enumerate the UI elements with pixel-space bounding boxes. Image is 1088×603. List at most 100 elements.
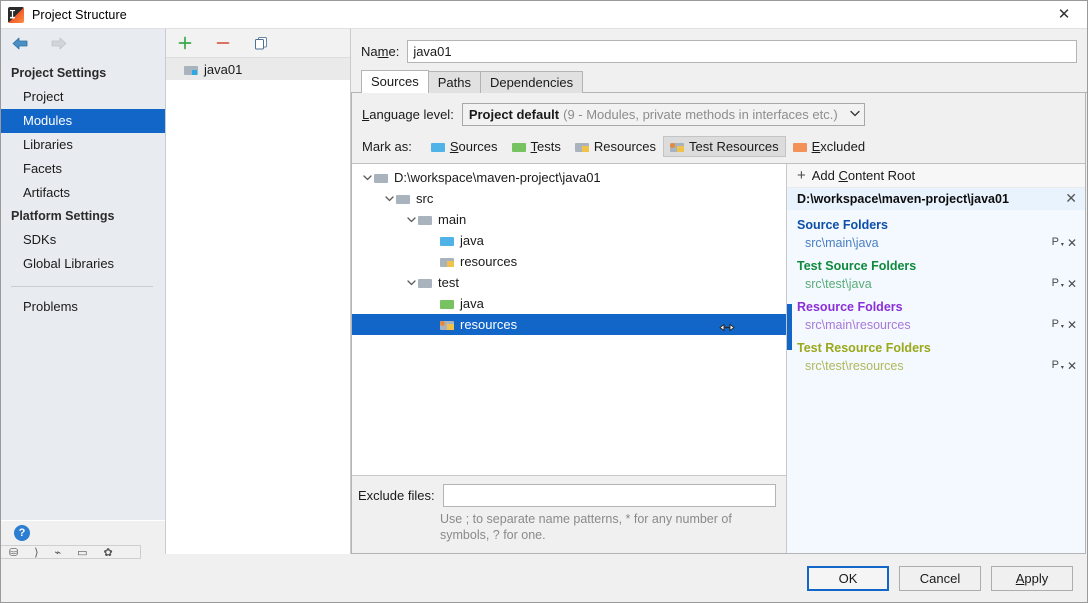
module-tabs: Sources Paths Dependencies xyxy=(351,69,1087,93)
sidebar-divider xyxy=(11,286,153,287)
language-level-label: Language level: xyxy=(362,107,454,122)
sidebar-footer: ? ⛁ ⟩ ⌁ ▭ ✿ xyxy=(1,520,165,559)
test-resources-folder-icon xyxy=(440,319,454,330)
chevron-down-icon[interactable] xyxy=(404,276,418,290)
resources-folder-icon xyxy=(574,141,589,152)
apply-button[interactable]: Apply xyxy=(991,566,1073,591)
tree-row[interactable]: D:\workspace\maven-project\java01 xyxy=(352,167,786,188)
source-folder-row[interactable]: src\main\java P ▾ ✕ xyxy=(787,233,1085,252)
details-scrollbar[interactable] xyxy=(787,304,792,350)
back-arrow-icon[interactable] xyxy=(9,33,31,55)
title-bar: Project Structure ✕ xyxy=(1,1,1087,29)
taskbar-icon-4: ▭ xyxy=(77,547,88,559)
content-tree[interactable]: D:\workspace\maven-project\java01 src ma… xyxy=(352,164,786,475)
cancel-button[interactable]: Cancel xyxy=(899,566,981,591)
sources-split: D:\workspace\maven-project\java01 src ma… xyxy=(352,163,1085,553)
source-folder-actions: P ▾ ✕ xyxy=(1052,236,1077,250)
tab-paths[interactable]: Paths xyxy=(427,71,481,93)
remove-test-source-folder-icon[interactable]: ✕ xyxy=(1067,277,1077,291)
language-level-description: (9 - Modules, private methods in interfa… xyxy=(563,107,838,122)
forward-arrow-icon xyxy=(47,33,69,55)
mark-as-tests-button[interactable]: Tests xyxy=(505,136,568,157)
source-folder-path: src\main\java xyxy=(805,235,879,250)
resource-folder-actions: P ▾ ✕ xyxy=(1052,318,1077,332)
package-prefix-icon[interactable]: P ▾ xyxy=(1052,237,1064,249)
help-icon[interactable]: ? xyxy=(14,525,30,541)
chevron-down-icon[interactable] xyxy=(360,171,374,185)
chevron-down-icon[interactable] xyxy=(404,213,418,227)
test-source-folder-row[interactable]: src\test\java P ▾ ✕ xyxy=(787,274,1085,293)
tests-folder-icon xyxy=(511,141,526,152)
tree-row[interactable]: java xyxy=(352,293,786,314)
sidebar-item-problems[interactable]: Problems xyxy=(1,295,165,319)
add-content-root-button[interactable]: + Add Content Root xyxy=(787,164,1085,188)
tree-row-selected[interactable]: resources xyxy=(352,314,786,335)
mark-as-resources-button[interactable]: Resources xyxy=(568,136,663,157)
taskbar-strip: ⛁ ⟩ ⌁ ▭ ✿ xyxy=(1,545,141,559)
remove-test-resource-folder-icon[interactable]: ✕ xyxy=(1067,359,1077,373)
exclude-files-input[interactable] xyxy=(442,484,776,507)
close-icon[interactable]: ✕ xyxy=(1041,1,1087,28)
modules-list-empty-area xyxy=(166,80,350,554)
test-source-folders-group: Test Source Folders src\test\java P ▾ ✕ xyxy=(787,257,1085,293)
mark-as-excluded-button[interactable]: Excluded xyxy=(786,136,872,157)
tree-row[interactable]: resources xyxy=(352,251,786,272)
ok-button[interactable]: OK xyxy=(807,566,889,591)
test-resource-folder-path: src\test\resources xyxy=(805,358,904,373)
exclude-files-label: Exclude files: xyxy=(358,488,435,503)
content-root-header: D:\workspace\maven-project\java01 ✕ xyxy=(787,188,1085,210)
tree-row[interactable]: src xyxy=(352,188,786,209)
content-root-path: D:\workspace\maven-project\java01 xyxy=(797,192,1009,206)
dialog-button-bar: OK Cancel Apply xyxy=(1,554,1087,602)
mark-as-sources-button[interactable]: Sources xyxy=(424,136,505,157)
add-module-icon[interactable] xyxy=(176,34,194,52)
resources-folder-icon xyxy=(440,256,454,267)
sidebar-item-libraries[interactable]: Libraries xyxy=(1,133,165,157)
tree-row[interactable]: main xyxy=(352,209,786,230)
sidebar-item-modules[interactable]: Modules xyxy=(1,109,165,133)
module-name-row: Name: java01 xyxy=(351,29,1087,69)
tree-row[interactable]: java xyxy=(352,230,786,251)
source-folders-group: Source Folders src\main\java P ▾ ✕ xyxy=(787,216,1085,252)
tree-row-label: D:\workspace\maven-project\java01 xyxy=(394,170,601,185)
taskbar-icon-1: ⛁ xyxy=(9,547,19,559)
test-resource-folder-row[interactable]: src\test\resources P ▾ ✕ xyxy=(787,356,1085,375)
mark-as-row: Mark as: Sources Tests Resources Test Re… xyxy=(352,132,1085,163)
folder-icon xyxy=(418,277,432,288)
package-prefix-icon[interactable]: P ▾ xyxy=(1052,319,1064,331)
mark-as-label: Mark as: xyxy=(362,139,412,154)
language-level-combo[interactable]: Project default (9 - Modules, private me… xyxy=(461,103,865,126)
mark-as-test-resources-button[interactable]: Test Resources xyxy=(663,136,786,157)
remove-source-folder-icon[interactable]: ✕ xyxy=(1067,236,1077,250)
tab-sources[interactable]: Sources xyxy=(361,70,429,93)
tests-folder-icon xyxy=(440,298,454,309)
module-list-item-java01[interactable]: java01 xyxy=(166,58,350,80)
sidebar-item-project[interactable]: Project xyxy=(1,85,165,109)
dialog-body: Project Settings Project Modules Librari… xyxy=(1,29,1087,559)
remove-module-icon[interactable] xyxy=(214,34,232,52)
project-structure-dialog: Project Structure ✕ Project Settings Pro… xyxy=(0,0,1088,603)
taskbar-icon-2: ⟩ xyxy=(34,547,39,559)
remove-content-root-icon[interactable]: ✕ xyxy=(1065,191,1077,207)
test-source-folders-title: Test Source Folders xyxy=(797,259,917,273)
tree-row[interactable]: test xyxy=(352,272,786,293)
sidebar-item-sdks[interactable]: SDKs xyxy=(1,228,165,252)
remove-resource-folder-icon[interactable]: ✕ xyxy=(1067,318,1077,332)
module-name-input[interactable]: java01 xyxy=(407,39,1077,63)
sidebar-item-facets[interactable]: Facets xyxy=(1,157,165,181)
module-list-item-label: java01 xyxy=(204,61,243,77)
intellij-idea-icon xyxy=(8,6,24,23)
package-prefix-icon[interactable]: P ▾ xyxy=(1052,360,1064,372)
resource-folder-row[interactable]: src\main\resources P ▾ ✕ xyxy=(787,315,1085,334)
package-prefix-icon[interactable]: P ▾ xyxy=(1052,278,1064,290)
sidebar-item-artifacts[interactable]: Artifacts xyxy=(1,181,165,205)
folder-icon xyxy=(396,193,410,204)
tab-dependencies[interactable]: Dependencies xyxy=(479,71,584,93)
sidebar-group-project-settings: Project Settings xyxy=(11,66,107,80)
test-source-folder-path: src\test\java xyxy=(805,276,872,291)
copy-module-icon[interactable] xyxy=(252,34,270,52)
exclude-files-hint: Use ; to separate name patterns, * for a… xyxy=(440,512,732,542)
chevron-down-icon[interactable] xyxy=(382,192,396,206)
folder-icon xyxy=(374,172,388,183)
sidebar-item-global-libraries[interactable]: Global Libraries xyxy=(1,252,165,276)
